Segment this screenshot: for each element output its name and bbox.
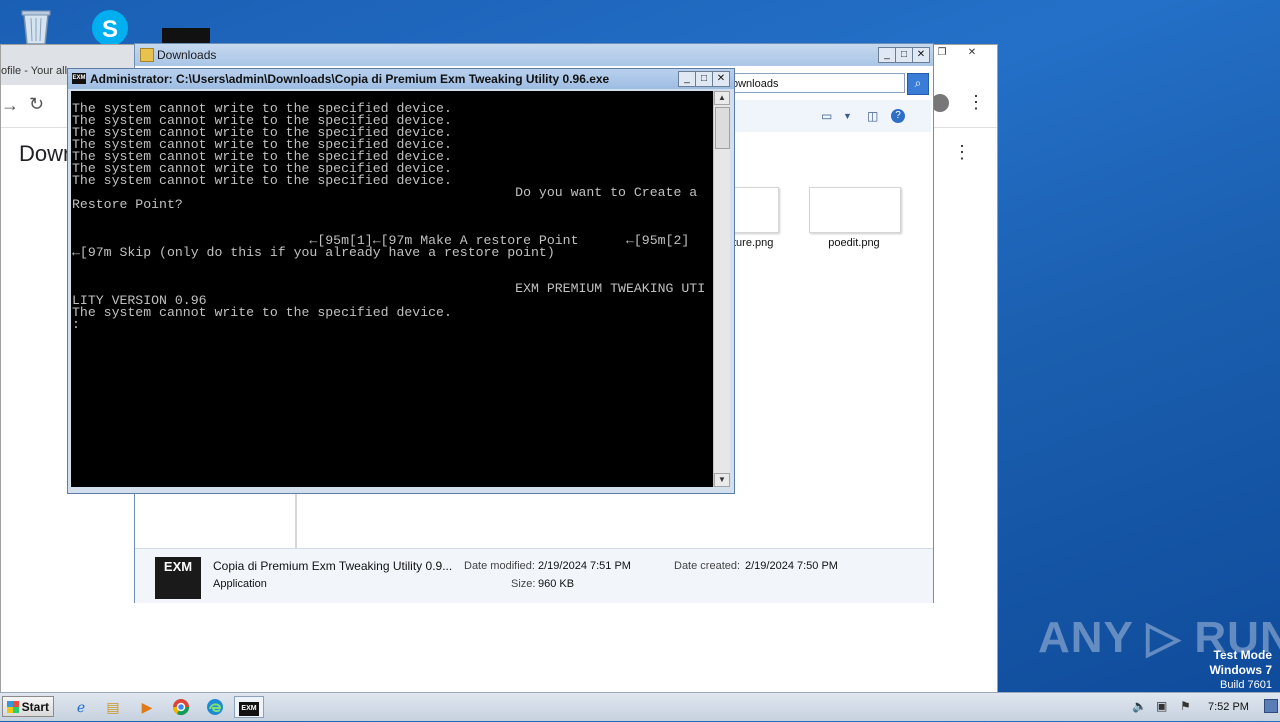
console-title-bar[interactable]: EXM Administrator: C:\Users\admin\Downlo… — [68, 69, 734, 89]
console-app-icon: EXM — [72, 73, 86, 84]
console-minimize-button[interactable]: _ — [678, 71, 696, 87]
console-maximize-button[interactable]: □ — [695, 71, 713, 87]
scroll-thumb[interactable] — [715, 107, 730, 149]
os-name-text: Windows 7 — [1209, 663, 1272, 677]
file-thumbnail[interactable] — [809, 187, 901, 233]
details-file-name: Copia di Premium Exm Tweaking Utility 0.… — [213, 559, 453, 573]
windows-logo-icon — [7, 701, 19, 713]
exm-icon: EXM — [239, 702, 259, 717]
start-button[interactable]: Start — [2, 696, 54, 717]
exm-console-taskbar-button[interactable]: EXM — [234, 696, 264, 718]
build-number-text: Build 7601 — [1220, 679, 1272, 691]
explorer-close-button[interactable]: ✕ — [912, 47, 930, 63]
address-bar[interactable]: ownloads — [727, 73, 905, 93]
system-tray: 🔈 ▣ ⚑ 7:52 PM — [1122, 693, 1280, 721]
console-close-button[interactable]: ✕ — [712, 71, 730, 87]
file-label[interactable]: poedit.png — [809, 237, 899, 249]
folder-icon — [140, 48, 154, 62]
recycle-bin-icon[interactable] — [16, 6, 56, 46]
taskbar: Start ℯ ▤ ▶ EXM 🔈 ▣ ⚑ 7:52 PM — [0, 692, 1280, 721]
size-label: Size: — [511, 578, 536, 590]
preview-pane-icon[interactable]: ◫ — [867, 109, 878, 123]
clock[interactable]: 7:52 PM — [1208, 701, 1249, 713]
action-center-flag-icon[interactable]: ⚑ — [1180, 699, 1191, 713]
details-pane: EXM Copia di Premium Exm Tweaking Utilit… — [135, 548, 933, 603]
edge-icon[interactable] — [202, 696, 228, 718]
downloads-menu-icon[interactable]: ⋮ — [953, 143, 971, 161]
view-dropdown-icon[interactable]: ▼ — [843, 111, 852, 121]
pane-divider[interactable] — [295, 492, 297, 548]
explorer-icon[interactable]: ▤ — [100, 696, 126, 718]
file-label[interactable]: ture.png — [733, 237, 773, 249]
command-prompt-icon[interactable] — [162, 28, 210, 44]
date-created-label: Date created: — [674, 560, 741, 572]
browser-restore-button[interactable]: ❐ — [931, 47, 953, 61]
network-icon[interactable]: ▣ — [1156, 699, 1167, 713]
app-thumbnail-text: EXM — [163, 559, 193, 574]
app-thumbnail: EXM — [155, 557, 201, 599]
help-icon[interactable]: ? — [891, 109, 905, 123]
date-modified-label: Date modified: — [464, 560, 535, 572]
console-window: EXM Administrator: C:\Users\admin\Downlo… — [67, 68, 735, 494]
explorer-toolbar: ▭ ▼ ◫ ? — [725, 100, 931, 132]
explorer-maximize-button[interactable]: □ — [895, 47, 913, 63]
show-desktop-icon[interactable] — [1264, 699, 1278, 713]
start-label: Start — [21, 700, 49, 714]
explorer-title-bar[interactable]: Downloads _ □ ✕ — [135, 44, 933, 66]
media-player-icon[interactable]: ▶ — [134, 696, 160, 718]
build-info: Test Mode Windows 7 Build 7601 — [1209, 648, 1272, 692]
scroll-up-icon[interactable]: ▲ — [714, 91, 730, 105]
view-icon[interactable]: ▭ — [821, 109, 832, 123]
chrome-icon[interactable] — [168, 696, 194, 718]
details-file-type: Application — [213, 578, 267, 590]
search-icon[interactable]: ⌕ — [907, 73, 929, 95]
date-created-value: 2/19/2024 7:50 PM — [745, 560, 838, 572]
browser-menu-icon[interactable]: ⋮ — [967, 93, 985, 111]
browser-close-button[interactable]: ✕ — [961, 47, 983, 61]
test-mode-text: Test Mode — [1213, 648, 1272, 662]
date-modified-value: 2/19/2024 7:51 PM — [538, 560, 631, 572]
browser-window-controls: ❐ ✕ — [931, 45, 997, 63]
console-scrollbar[interactable]: ▲ ▼ — [713, 91, 730, 487]
volume-icon[interactable]: 🔈 — [1132, 699, 1147, 713]
reload-icon[interactable]: ↻ — [29, 94, 44, 115]
svg-text:S: S — [102, 16, 118, 43]
forward-arrow-icon[interactable]: → — [1, 95, 19, 116]
console-output-area[interactable]: The system cannot write to the specified… — [71, 91, 713, 487]
browser-tab-title: ofile - Your all — [1, 65, 68, 77]
console-title: Administrator: C:\Users\admin\Downloads\… — [90, 72, 610, 86]
explorer-title: Downloads — [157, 48, 217, 62]
console-output: The system cannot write to the specified… — [72, 101, 706, 332]
size-value: 960 KB — [538, 578, 575, 590]
explorer-minimize-button[interactable]: _ — [878, 47, 896, 63]
scroll-down-icon[interactable]: ▼ — [714, 473, 730, 487]
internet-explorer-icon[interactable]: ℯ — [68, 696, 94, 718]
